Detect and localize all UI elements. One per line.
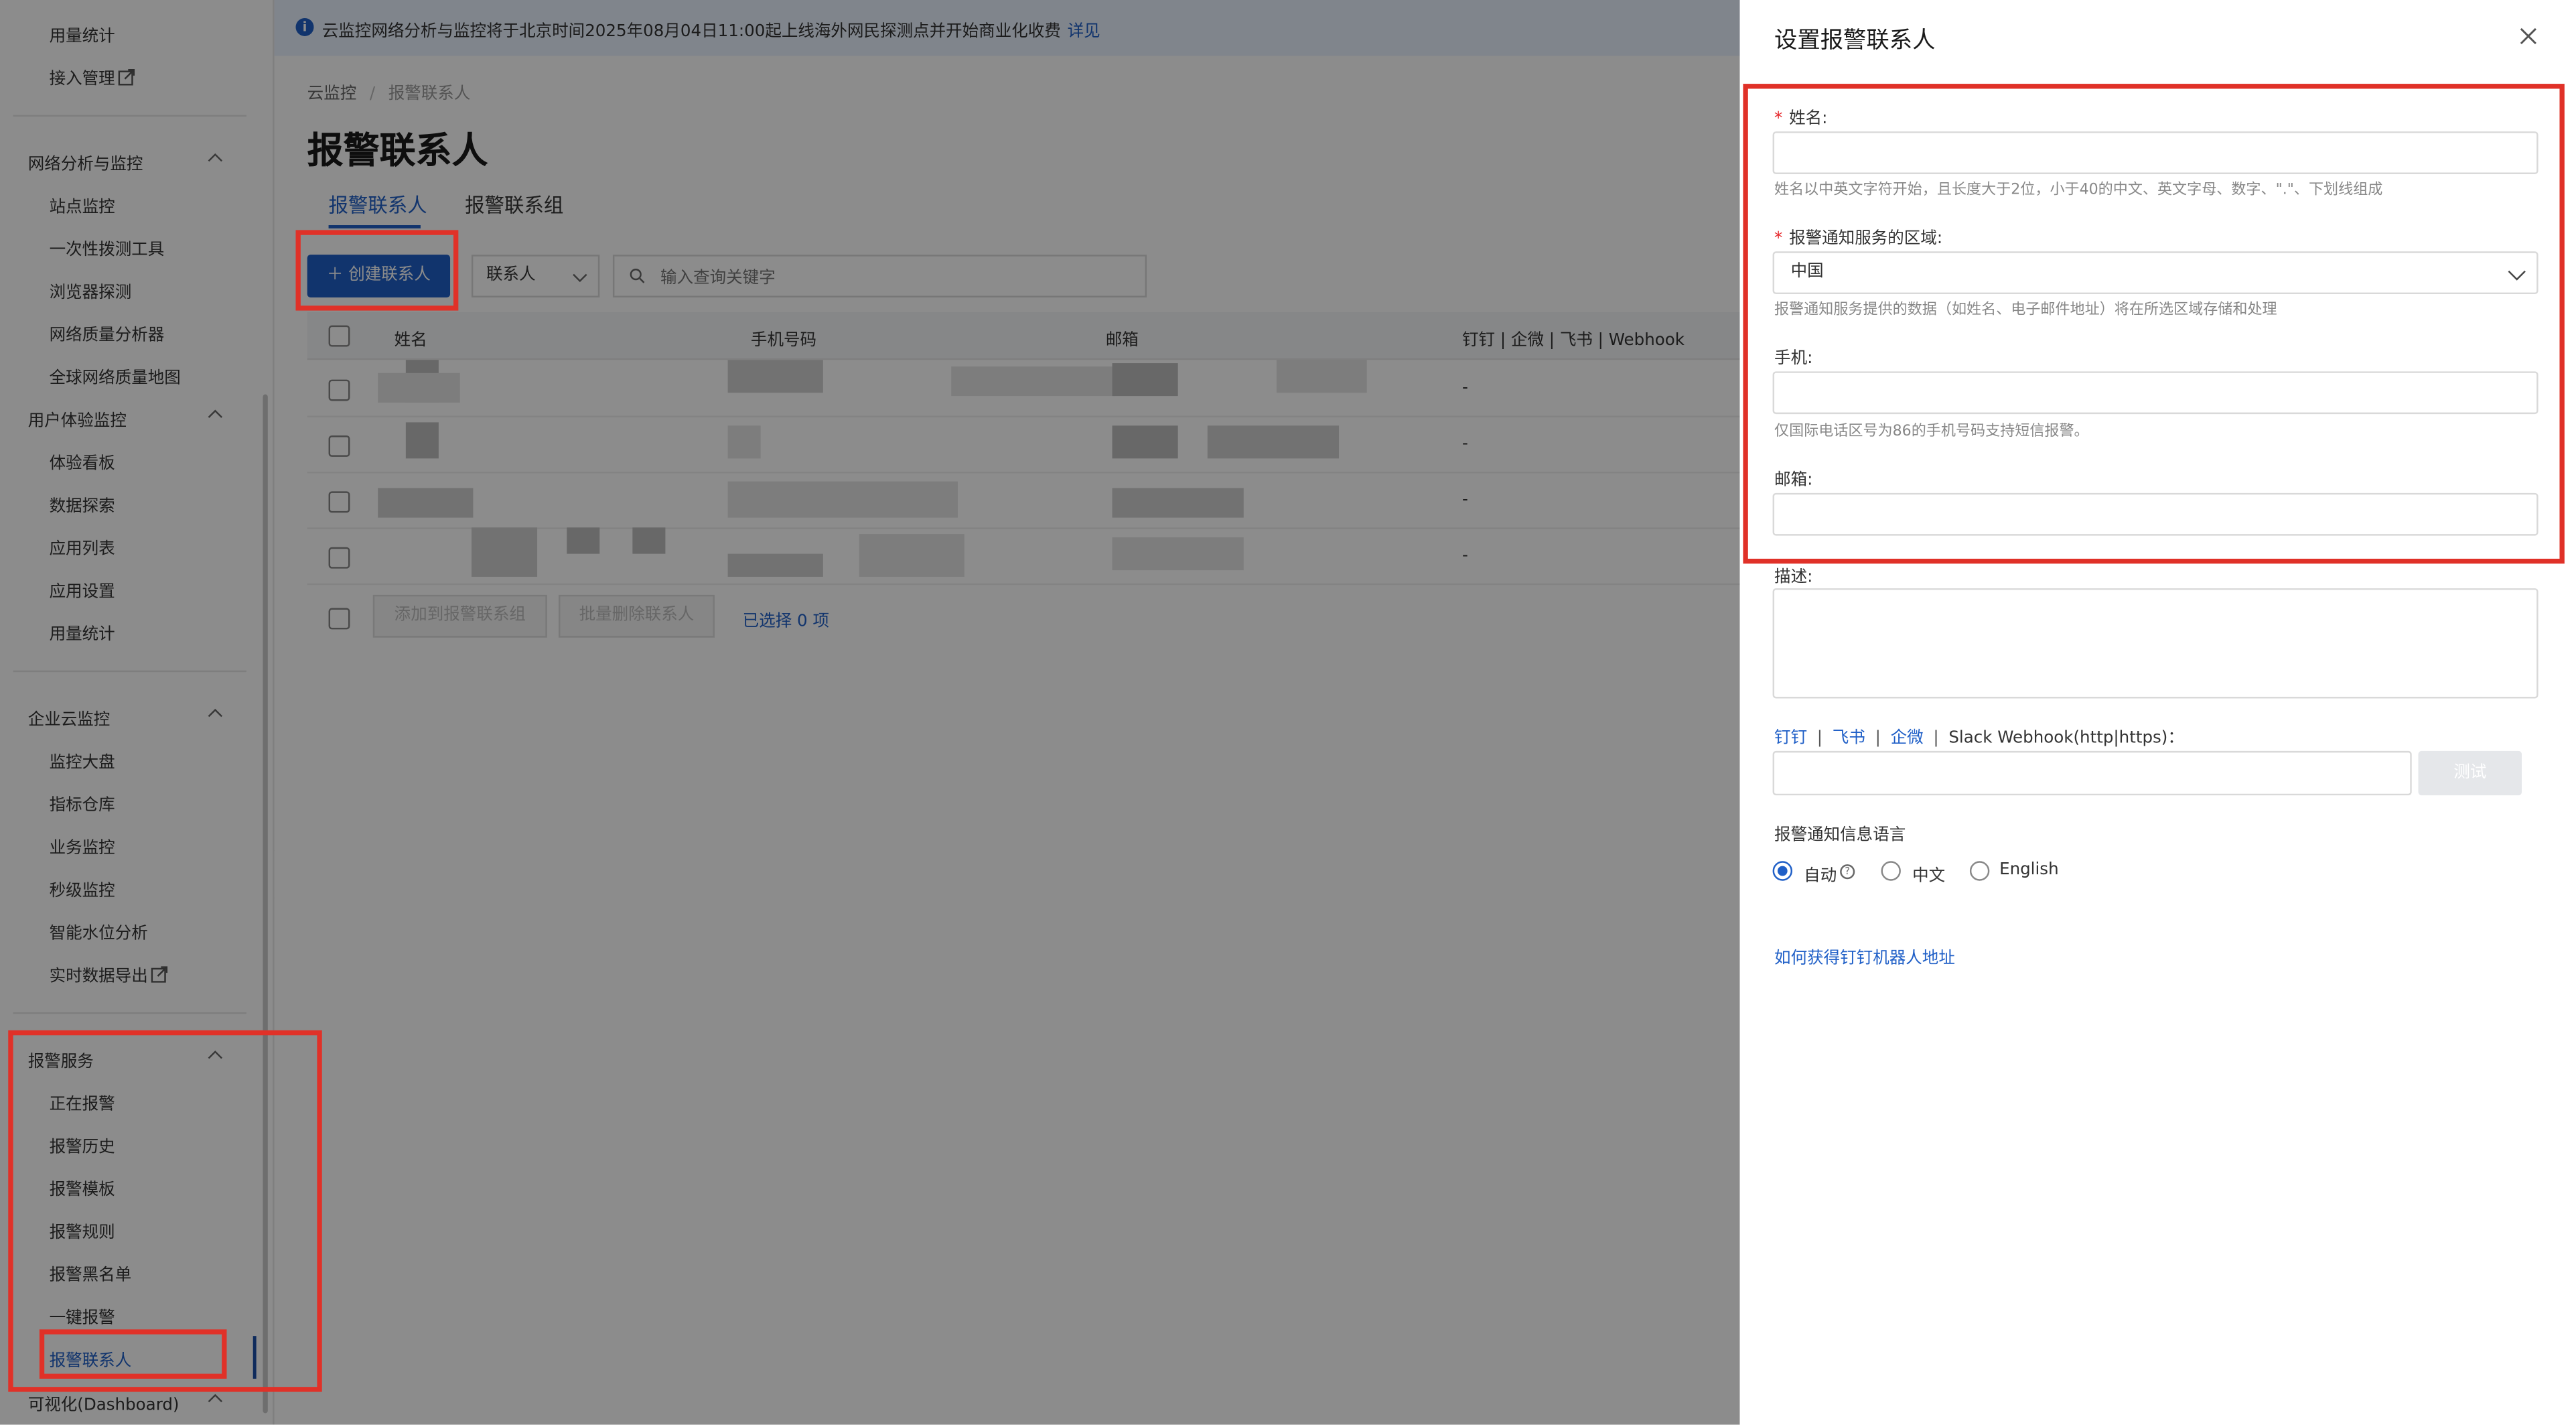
test-button[interactable]: 测试 [2418,750,2522,796]
drawer-title: 设置报警联系人 [1774,27,1936,54]
radio-english-label[interactable]: English [1999,861,2059,879]
phone-help: 仅国际电话区号为86的手机号码支持短信报警。 [1774,423,2089,441]
name-label: * 姓名: [1774,110,1828,129]
wecom-link[interactable]: 企微 [1891,730,1924,748]
radio-chinese[interactable] [1881,861,1901,881]
phone-label: 手机: [1774,350,1813,368]
webhook-input[interactable] [1772,750,2412,796]
region-label: * 报警通知服务的区域: [1774,230,1943,249]
webhook-suffix: Slack Webhook(http|https)： [1948,730,2184,748]
dingtalk-link[interactable]: 钉钉 [1774,730,1807,748]
name-field[interactable] [1772,131,2538,174]
name-help: 姓名以中英文字符开始，且长度大于2位，小于40的中文、英文字母、数字、"."、下… [1774,182,2383,199]
radio-chinese-label[interactable]: 中文 [1912,861,1945,886]
feishu-link[interactable]: 飞书 [1833,730,1865,748]
description-label: 描述: [1774,568,1813,587]
phone-field[interactable] [1772,371,2538,415]
page: 用量统计 接入管理 网络分析与监控 站点监控 一次性拨测工具 浏览器探测 网络质… [0,0,2576,1425]
email-field[interactable] [1772,492,2538,536]
region-help: 报警通知服务提供的数据（如姓名、电子邮件地址）将在所选区域存储和处理 [1774,302,2277,319]
contact-drawer: 设置报警联系人 * 姓名: 姓名以中英文字符开始，且长度大于2位，小于40的中文、… [1739,0,2576,1425]
help-icon[interactable]: ? [1840,864,1855,880]
modal-overlay[interactable] [0,0,1740,1425]
howto-link[interactable]: 如何获得钉钉机器人地址 [1774,943,1955,968]
email-label: 邮箱: [1774,471,1813,490]
language-label: 报警通知信息语言 [1774,826,1906,845]
name-label-text: 姓名: [1789,110,1828,129]
app-root: 用量统计 接入管理 网络分析与监控 站点监控 一次性拨测工具 浏览器探测 网络质… [0,0,2576,1425]
chevron-down-icon [2508,270,2526,281]
radio-auto[interactable] [1772,861,1793,881]
region-value: 中国 [1790,263,1824,281]
close-icon[interactable] [2518,26,2538,46]
description-textarea[interactable] [1772,588,2538,699]
radio-auto-label[interactable]: 自动 [1804,861,1837,886]
radio-english[interactable] [1969,861,1990,881]
webhook-label: 钉钉 | 飞书 | 企微 | Slack Webhook(http|https)： [1774,730,2184,748]
region-label-text: 报警通知服务的区域: [1789,230,1943,249]
region-select[interactable]: 中国 [1772,251,2538,295]
